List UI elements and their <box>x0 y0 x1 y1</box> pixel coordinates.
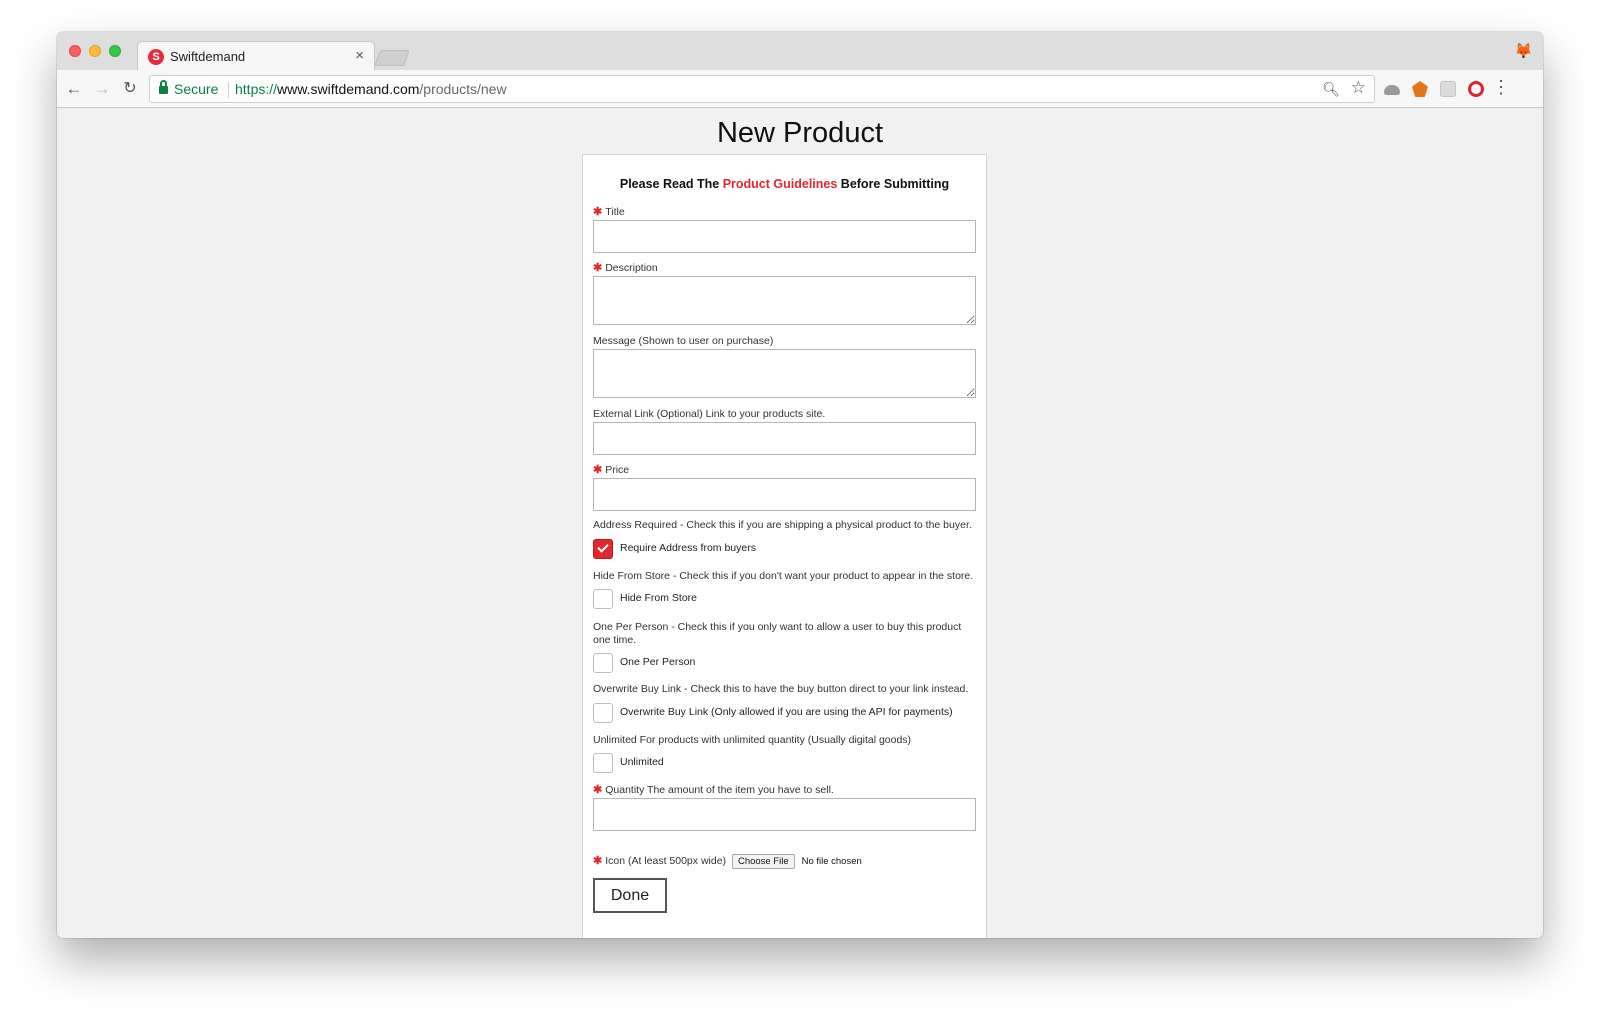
required-mark-icon: ✱ <box>593 855 603 867</box>
icon-upload-row: ✱ Icon (At least 500px wide) Choose File … <box>593 854 862 870</box>
forward-arrow-icon[interactable]: → <box>89 76 115 102</box>
done-button[interactable]: Done <box>593 878 667 913</box>
description-field: ✱ Description <box>593 262 976 325</box>
message-label: Message (Shown to user on purchase) <box>593 335 774 347</box>
required-mark-icon: ✱ <box>593 784 603 796</box>
menu-kebab-icon[interactable]: ⋮ <box>1492 77 1510 98</box>
opera-icon[interactable] <box>1468 81 1484 97</box>
browser-window: S Swiftdemand × 🦊 ← → ↻ Secure https://w… <box>57 32 1543 938</box>
omnibox-divider <box>228 82 229 98</box>
price-input[interactable] <box>593 478 976 511</box>
window-minimize-button[interactable] <box>89 45 101 57</box>
overwrite-buy-link-label[interactable]: Overwrite Buy Link (Only allowed if you … <box>620 706 953 718</box>
tab-close-icon[interactable]: × <box>355 47 364 64</box>
one-per-person-label[interactable]: One Per Person <box>620 656 695 668</box>
hide-from-store-checkbox[interactable] <box>593 589 613 609</box>
required-mark-icon: ✱ <box>593 464 603 476</box>
price-label: ✱ Price <box>593 464 630 476</box>
product-form: Please Read The Product Guidelines Befor… <box>582 154 987 938</box>
zoom-icon[interactable]: 🔍︎ <box>1322 81 1340 98</box>
cloud-extension-icon[interactable] <box>1384 85 1400 95</box>
product-guidelines-link[interactable]: Product Guidelines <box>723 177 838 191</box>
checkmark-icon <box>597 541 609 553</box>
browser-toolbar: ← → ↻ Secure https://www.swiftdemand.com… <box>57 70 1543 108</box>
external-link-label: External Link (Optional) Link to your pr… <box>593 408 826 420</box>
tab-swiftdemand[interactable]: S Swiftdemand × <box>137 41 375 71</box>
quantity-field: ✱ Quantity The amount of the item you hav… <box>593 784 976 831</box>
hide-from-store-description: Hide From Store - Check this if you don'… <box>593 570 974 582</box>
title-input[interactable] <box>593 220 976 253</box>
guideline-suffix: Before Submitting <box>837 177 950 191</box>
new-tab-button[interactable] <box>374 50 410 66</box>
tab-strip: S Swiftdemand × 🦊 <box>57 32 1543 71</box>
window-maximize-button[interactable] <box>109 45 121 57</box>
require-address-checkbox[interactable] <box>593 539 613 559</box>
title-field: ✱ Title <box>593 206 976 253</box>
back-arrow-icon[interactable]: ← <box>61 76 87 102</box>
url-text[interactable]: https://www.swiftdemand.com/products/new <box>235 81 507 97</box>
unlimited-description: Unlimited For products with unlimited qu… <box>593 734 912 746</box>
address-bar[interactable]: Secure https://www.swiftdemand.com/produ… <box>149 75 1375 103</box>
overwrite-buy-link-checkbox[interactable] <box>593 703 613 723</box>
quantity-label: ✱ Quantity The amount of the item you hav… <box>593 784 834 796</box>
quantity-input[interactable] <box>593 798 976 831</box>
window-close-button[interactable] <box>69 45 81 57</box>
blank-extension-icon[interactable] <box>1440 81 1456 97</box>
require-address-label[interactable]: Require Address from buyers <box>620 542 756 554</box>
star-icon[interactable]: ☆ <box>1351 78 1366 98</box>
secure-label: Secure <box>174 81 219 97</box>
title-label: ✱ Title <box>593 206 625 218</box>
price-field: ✱ Price <box>593 464 976 511</box>
unlimited-checkbox[interactable] <box>593 753 613 773</box>
url-path: /products/new <box>419 81 507 97</box>
unlimited-label[interactable]: Unlimited <box>620 756 664 768</box>
address-required-description: Address Required - Check this if you are… <box>593 519 972 531</box>
reload-icon[interactable]: ↻ <box>117 76 143 102</box>
external-link-input[interactable] <box>593 422 976 455</box>
swiftdemand-favicon-icon: S <box>148 49 164 65</box>
required-mark-icon: ✱ <box>593 262 603 274</box>
message-field: Message (Shown to user on purchase) <box>593 335 976 398</box>
lock-icon <box>159 80 168 94</box>
required-mark-icon: ✱ <box>593 206 603 218</box>
choose-file-button[interactable]: Choose File <box>731 854 795 869</box>
description-textarea[interactable] <box>593 276 976 325</box>
guideline-prefix: Please Read The <box>619 177 723 191</box>
overwrite-buy-link-description: Overwrite Buy Link - Check this to have … <box>593 683 969 695</box>
url-scheme: https:// <box>235 81 278 97</box>
external-link-field: External Link (Optional) Link to your pr… <box>593 408 976 455</box>
one-per-person-checkbox[interactable] <box>593 653 613 673</box>
url-host: www.swiftdemand.com <box>277 81 420 97</box>
message-textarea[interactable] <box>593 349 976 398</box>
metamask-fox-icon[interactable] <box>1412 81 1428 97</box>
description-label: ✱ Description <box>593 262 658 274</box>
guideline-notice: Please Read The Product Guidelines Befor… <box>583 177 986 191</box>
tab-title: Swiftdemand <box>170 49 246 64</box>
icon-upload-label: Icon (At least 500px wide) <box>605 855 727 867</box>
profile-fox-icon[interactable]: 🦊 <box>1514 42 1533 60</box>
hide-from-store-label[interactable]: Hide From Store <box>620 592 697 604</box>
file-status: No file chosen <box>801 856 862 867</box>
page-content: New Product Please Read The Product Guid… <box>57 109 1543 938</box>
one-per-person-description: One Per Person - Check this if you only … <box>593 621 962 646</box>
page-title: New Product <box>716 117 883 149</box>
